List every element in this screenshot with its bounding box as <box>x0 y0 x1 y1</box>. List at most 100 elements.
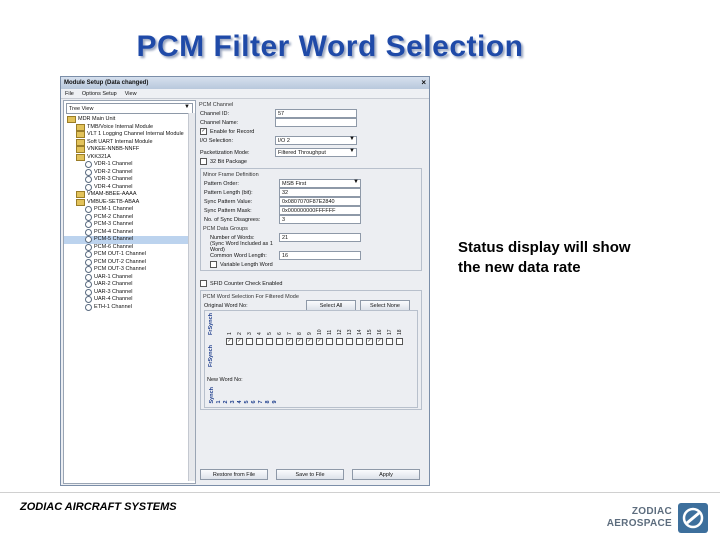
view-select-value: Tree View <box>69 105 94 112</box>
word-checkbox[interactable] <box>246 338 253 345</box>
tree-item[interactable]: PCM OUT-3 Channel <box>64 266 195 274</box>
tree-item[interactable]: Soft UART Internal Module <box>64 139 195 147</box>
channel-name-field[interactable] <box>275 118 357 127</box>
word-number: 10 <box>316 329 323 335</box>
word-column: 3 <box>245 315 254 348</box>
tree-item[interactable]: VKK321A <box>64 154 195 162</box>
word-checkbox[interactable] <box>346 338 353 345</box>
pattern-length-field[interactable]: 32 <box>279 188 361 197</box>
channel-id-row: Channel ID: 57 <box>200 109 425 118</box>
menu-view[interactable]: View <box>125 91 137 97</box>
common-word-length-field[interactable]: 16 <box>279 251 361 260</box>
menu-options-setup[interactable]: Options Setup <box>82 91 117 97</box>
chevron-down-icon: ▼ <box>353 179 359 185</box>
tree-item[interactable]: PCM-2 Channel <box>64 214 195 222</box>
word-column: 10 ✓ <box>315 315 324 348</box>
new-word-number: 7 <box>258 400 264 404</box>
tree-item[interactable]: UAR-2 Channel <box>64 281 195 289</box>
pattern-order-row: Pattern Order: MSB First ▼ <box>204 179 421 188</box>
new-word-number: 6 <box>251 400 257 404</box>
channel-id-field[interactable]: 57 <box>275 109 357 118</box>
word-number: 9 <box>306 332 313 335</box>
tree-item-label: PCM OUT-3 Channel <box>94 266 146 272</box>
enable-record-row: ✓ Enable for Record <box>200 127 425 136</box>
tree-item[interactable]: VLT 1 Logging Channel Internal Module <box>64 131 195 139</box>
chevron-down-icon: ▼ <box>349 148 355 154</box>
tree-item[interactable]: VDR-4 Channel <box>64 184 195 192</box>
frsynch-top-label: FrSynch <box>208 313 214 336</box>
channel-icon <box>85 183 92 191</box>
enable-record-checkbox[interactable]: ✓ <box>200 128 207 135</box>
sfid-label: SFID Counter Check Enabled <box>210 280 283 287</box>
channel-icon <box>85 206 92 214</box>
tree-item[interactable]: TMB/Voice Internal Module <box>64 124 195 132</box>
tree-item[interactable]: VMBUE-SETB-ABAA <box>64 199 195 207</box>
tree-item[interactable]: VDR-2 Channel <box>64 169 195 177</box>
word-checkbox[interactable] <box>256 338 263 345</box>
word-checkbox[interactable] <box>266 338 273 345</box>
word-checkbox[interactable]: ✓ <box>296 338 303 345</box>
tree-item[interactable]: VDR-3 Channel <box>64 176 195 184</box>
variable-length-checkbox[interactable] <box>210 261 217 268</box>
num-words-field[interactable]: 21 <box>279 233 361 242</box>
tree-item-label: VKK321A <box>87 153 111 160</box>
new-word-label: New Word No: <box>207 377 243 383</box>
folder-icon <box>76 198 85 206</box>
word-checkbox[interactable]: ✓ <box>376 338 383 345</box>
word-column: 16 ✓ <box>375 315 384 348</box>
restore-from-file-button[interactable]: Restore from File <box>200 469 268 480</box>
menu-file[interactable]: File <box>65 91 74 97</box>
close-icon[interactable]: × <box>421 78 426 87</box>
sync-pattern-value-field[interactable]: 0x0807070F87E2840 <box>279 197 361 206</box>
tree-item[interactable]: UAR-3 Channel <box>64 289 195 297</box>
word-number: 11 <box>326 329 333 335</box>
word-checkbox[interactable] <box>386 338 393 345</box>
new-word-number: 2 <box>223 400 229 404</box>
tree-item[interactable]: PCM OUT-1 Channel <box>64 251 195 259</box>
tree-scrollbar[interactable] <box>188 113 195 481</box>
apply-button[interactable]: Apply <box>352 469 420 480</box>
tree-item[interactable]: PCM-4 Channel <box>64 229 195 237</box>
word-checkbox[interactable]: ✓ <box>236 338 243 345</box>
tree-item[interactable]: UAR-4 Channel <box>64 296 195 304</box>
folder-icon <box>76 131 85 139</box>
channel-icon <box>85 243 92 251</box>
tree-item[interactable]: UAR-1 Channel <box>64 274 195 282</box>
tree-item[interactable]: MDR Main Unit <box>64 116 195 124</box>
word-checkbox[interactable]: ✓ <box>316 338 323 345</box>
tree-item[interactable]: VDR-1 Channel <box>64 161 195 169</box>
tree-item-label: VDR-1 Channel <box>94 161 133 167</box>
word-checkbox[interactable] <box>356 338 363 345</box>
folder-icon <box>76 191 85 199</box>
io-selection-select[interactable]: I/O 2 ▼ <box>275 136 357 145</box>
save-to-file-button[interactable]: Save to File <box>276 469 344 480</box>
bit32-checkbox[interactable] <box>200 158 207 165</box>
tree-item[interactable]: VNKEE-NNBB-NNFF <box>64 146 195 154</box>
word-checkbox[interactable] <box>276 338 283 345</box>
word-checkbox[interactable] <box>336 338 343 345</box>
tree-item[interactable]: PCM-6 Channel <box>64 244 195 252</box>
sync-pattern-mask-field[interactable]: 0x000000000FFFFFF <box>279 206 361 215</box>
word-column: 11 <box>325 315 334 348</box>
tree-item-label: VDR-3 Channel <box>94 176 133 182</box>
sfid-checkbox[interactable] <box>200 280 207 287</box>
tree-item[interactable]: ETH-1 Channel <box>64 304 195 312</box>
tree-item[interactable]: PCM OUT-2 Channel <box>64 259 195 267</box>
sync-disagrees-field[interactable]: 3 <box>279 215 361 224</box>
view-select[interactable]: Tree View ▼ <box>66 103 193 114</box>
tree-item-label: PCM-2 Channel <box>94 213 134 220</box>
word-checkbox[interactable] <box>326 338 333 345</box>
pattern-order-select[interactable]: MSB First ▼ <box>279 179 361 188</box>
packetization-select[interactable]: Filtered Throughput ▼ <box>275 148 357 157</box>
word-checkbox[interactable]: ✓ <box>366 338 373 345</box>
tree-item[interactable]: VMAM-BBEE-AAAA <box>64 191 195 199</box>
word-checkbox[interactable]: ✓ <box>286 338 293 345</box>
tree-item[interactable]: PCM-1 Channel <box>64 206 195 214</box>
tree-item[interactable]: PCM-5 Channel <box>64 236 195 244</box>
word-checkbox[interactable] <box>396 338 403 345</box>
tree-item-label: VMBUE-SETB-ABAA <box>87 198 140 205</box>
word-checkbox[interactable]: ✓ <box>306 338 313 345</box>
channel-icon <box>85 258 92 266</box>
tree-item[interactable]: PCM-3 Channel <box>64 221 195 229</box>
word-checkbox[interactable]: ✓ <box>226 338 233 345</box>
